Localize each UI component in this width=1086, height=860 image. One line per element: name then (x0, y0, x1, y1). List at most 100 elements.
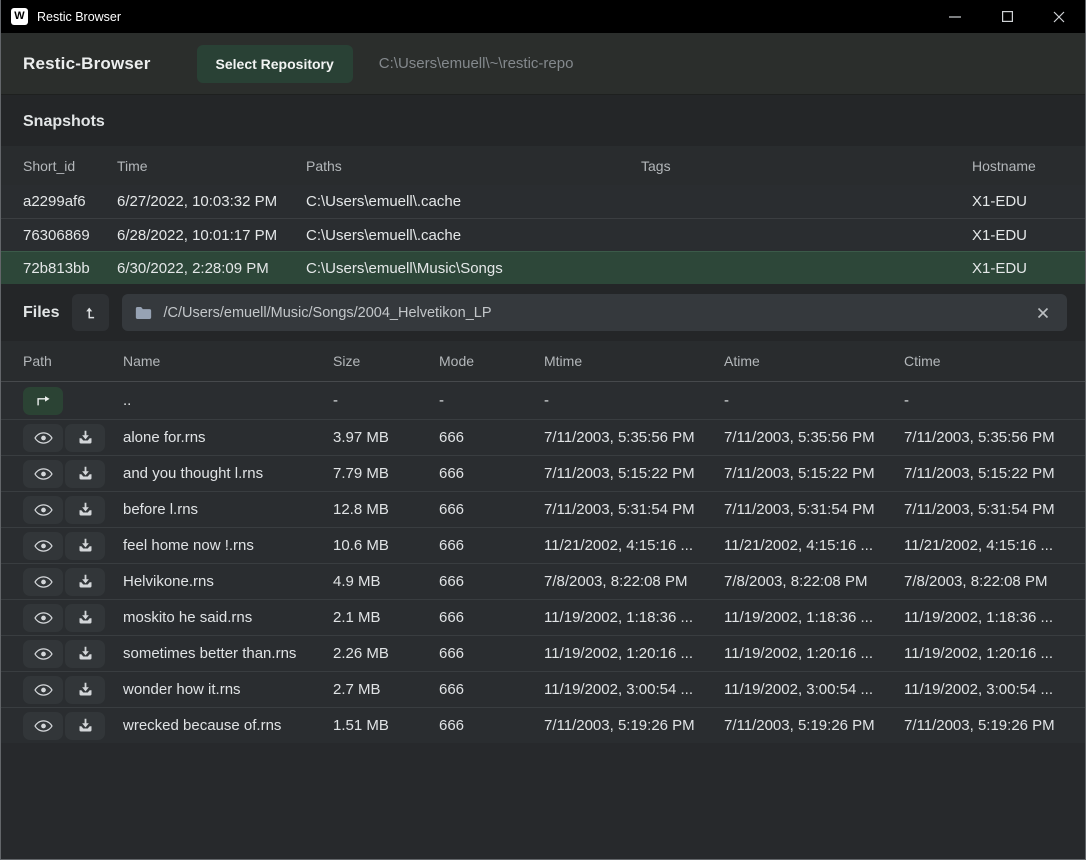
download-file-button[interactable] (65, 640, 105, 668)
file-mode: - (439, 392, 544, 409)
column-atime: Atime (724, 353, 904, 369)
file-size: 2.26 MB (333, 645, 439, 662)
level-up-icon (83, 305, 99, 321)
file-row: before l.rns 12.8 MB 666 7/11/2003, 5:31… (1, 491, 1085, 527)
file-mode: 666 (439, 537, 544, 554)
file-mode: 666 (439, 465, 544, 482)
preview-file-button[interactable] (23, 676, 63, 704)
file-mode: 666 (439, 717, 544, 734)
file-atime: 11/21/2002, 4:15:16 ... (724, 537, 904, 554)
download-file-button[interactable] (65, 712, 105, 740)
column-tags: Tags (641, 158, 972, 174)
file-ctime: 11/21/2002, 4:15:16 ... (904, 537, 1077, 554)
file-mtime: 11/19/2002, 1:20:16 ... (544, 645, 724, 662)
file-name: wrecked because of.rns (123, 717, 333, 734)
preview-file-button[interactable] (23, 640, 63, 668)
column-mode: Mode (439, 353, 544, 369)
file-atime: 11/19/2002, 1:18:36 ... (724, 609, 904, 626)
download-file-button[interactable] (65, 532, 105, 560)
file-mtime: - (544, 392, 724, 409)
column-mtime: Mtime (544, 353, 724, 369)
download-icon (78, 466, 93, 481)
snapshot-hostname: X1-EDU (972, 260, 1071, 277)
file-size: 2.7 MB (333, 681, 439, 698)
snapshot-short-id: 76306869 (23, 227, 117, 244)
column-time: Time (117, 158, 306, 174)
file-size: 10.6 MB (333, 537, 439, 554)
file-mode: 666 (439, 573, 544, 590)
file-atime: 7/11/2003, 5:15:22 PM (724, 465, 904, 482)
file-ctime: 7/11/2003, 5:15:22 PM (904, 465, 1077, 482)
column-size: Size (333, 353, 439, 369)
file-name: Helvikone.rns (123, 573, 333, 590)
level-up-button[interactable] (72, 294, 109, 331)
go-parent-directory-button[interactable] (23, 387, 63, 415)
download-icon (78, 646, 93, 661)
preview-file-button[interactable] (23, 460, 63, 488)
minimize-button[interactable] (929, 0, 981, 33)
files-table-header: Path Name Size Mode Mtime Atime Ctime (1, 341, 1085, 382)
preview-file-button[interactable] (23, 496, 63, 524)
titlebar[interactable]: W Restic Browser (1, 0, 1085, 33)
download-file-button[interactable] (65, 604, 105, 632)
file-row: feel home now !.rns 10.6 MB 666 11/21/20… (1, 527, 1085, 563)
download-file-button[interactable] (65, 424, 105, 452)
close-icon (1053, 11, 1065, 23)
download-file-button[interactable] (65, 676, 105, 704)
download-file-button[interactable] (65, 460, 105, 488)
snapshot-time: 6/30/2022, 2:28:09 PM (117, 260, 306, 277)
file-atime: 7/11/2003, 5:31:54 PM (724, 501, 904, 518)
column-name: Name (123, 353, 333, 369)
file-mode: 666 (439, 681, 544, 698)
preview-file-button[interactable] (23, 532, 63, 560)
file-size: 12.8 MB (333, 501, 439, 518)
file-size: 4.9 MB (333, 573, 439, 590)
eye-icon (34, 503, 53, 517)
file-mtime: 11/19/2002, 3:00:54 ... (544, 681, 724, 698)
snapshot-paths: C:\Users\emuell\.cache (306, 227, 641, 244)
maximize-button[interactable] (981, 0, 1033, 33)
current-path: /C/Users/emuell/Music/Songs/2004_Helveti… (163, 305, 1021, 321)
file-path-input[interactable]: /C/Users/emuell/Music/Songs/2004_Helveti… (122, 294, 1067, 331)
file-atime: - (724, 392, 904, 409)
app-name: Restic-Browser (23, 54, 151, 74)
clear-path-button[interactable] (1032, 302, 1054, 324)
column-ctime: Ctime (904, 353, 1077, 369)
file-mode: 666 (439, 501, 544, 518)
preview-file-button[interactable] (23, 712, 63, 740)
file-size: 2.1 MB (333, 609, 439, 626)
download-icon (78, 538, 93, 553)
file-mtime: 7/11/2003, 5:31:54 PM (544, 501, 724, 518)
snapshot-paths: C:\Users\emuell\.cache (306, 193, 641, 210)
file-ctime: 7/11/2003, 5:19:26 PM (904, 717, 1077, 734)
file-row: Helvikone.rns 4.9 MB 666 7/8/2003, 8:22:… (1, 563, 1085, 599)
file-name: alone for.rns (123, 429, 333, 446)
file-mode: 666 (439, 609, 544, 626)
app-logo-icon: W (11, 8, 28, 25)
download-file-button[interactable] (65, 496, 105, 524)
parent-dir-icon (34, 394, 52, 407)
download-icon (78, 682, 93, 697)
select-repository-button[interactable]: Select Repository (197, 45, 353, 83)
snapshot-row[interactable]: 76306869 6/28/2022, 10:01:17 PM C:\Users… (1, 218, 1085, 251)
snapshot-row[interactable]: a2299af6 6/27/2022, 10:03:32 PM C:\Users… (1, 185, 1085, 218)
file-name: moskito he said.rns (123, 609, 333, 626)
download-file-button[interactable] (65, 568, 105, 596)
snapshots-table-header: Short_id Time Paths Tags Hostname (1, 146, 1085, 185)
snapshot-row-selected[interactable]: 72b813bb 6/30/2022, 2:28:09 PM C:\Users\… (1, 251, 1085, 284)
file-size: 1.51 MB (333, 717, 439, 734)
window-title: Restic Browser (37, 10, 121, 24)
snapshot-hostname: X1-EDU (972, 227, 1071, 244)
parent-directory-row: .. - - - - - (1, 382, 1085, 419)
folder-icon (135, 306, 152, 320)
column-path: Path (23, 353, 123, 369)
preview-file-button[interactable] (23, 424, 63, 452)
snapshots-section-header: Snapshots (1, 95, 1085, 146)
file-size: 7.79 MB (333, 465, 439, 482)
preview-file-button[interactable] (23, 568, 63, 596)
file-name: sometimes better than.rns (123, 645, 333, 662)
close-button[interactable] (1033, 0, 1085, 33)
snapshot-hostname: X1-EDU (972, 193, 1071, 210)
file-ctime: 7/11/2003, 5:35:56 PM (904, 429, 1077, 446)
preview-file-button[interactable] (23, 604, 63, 632)
